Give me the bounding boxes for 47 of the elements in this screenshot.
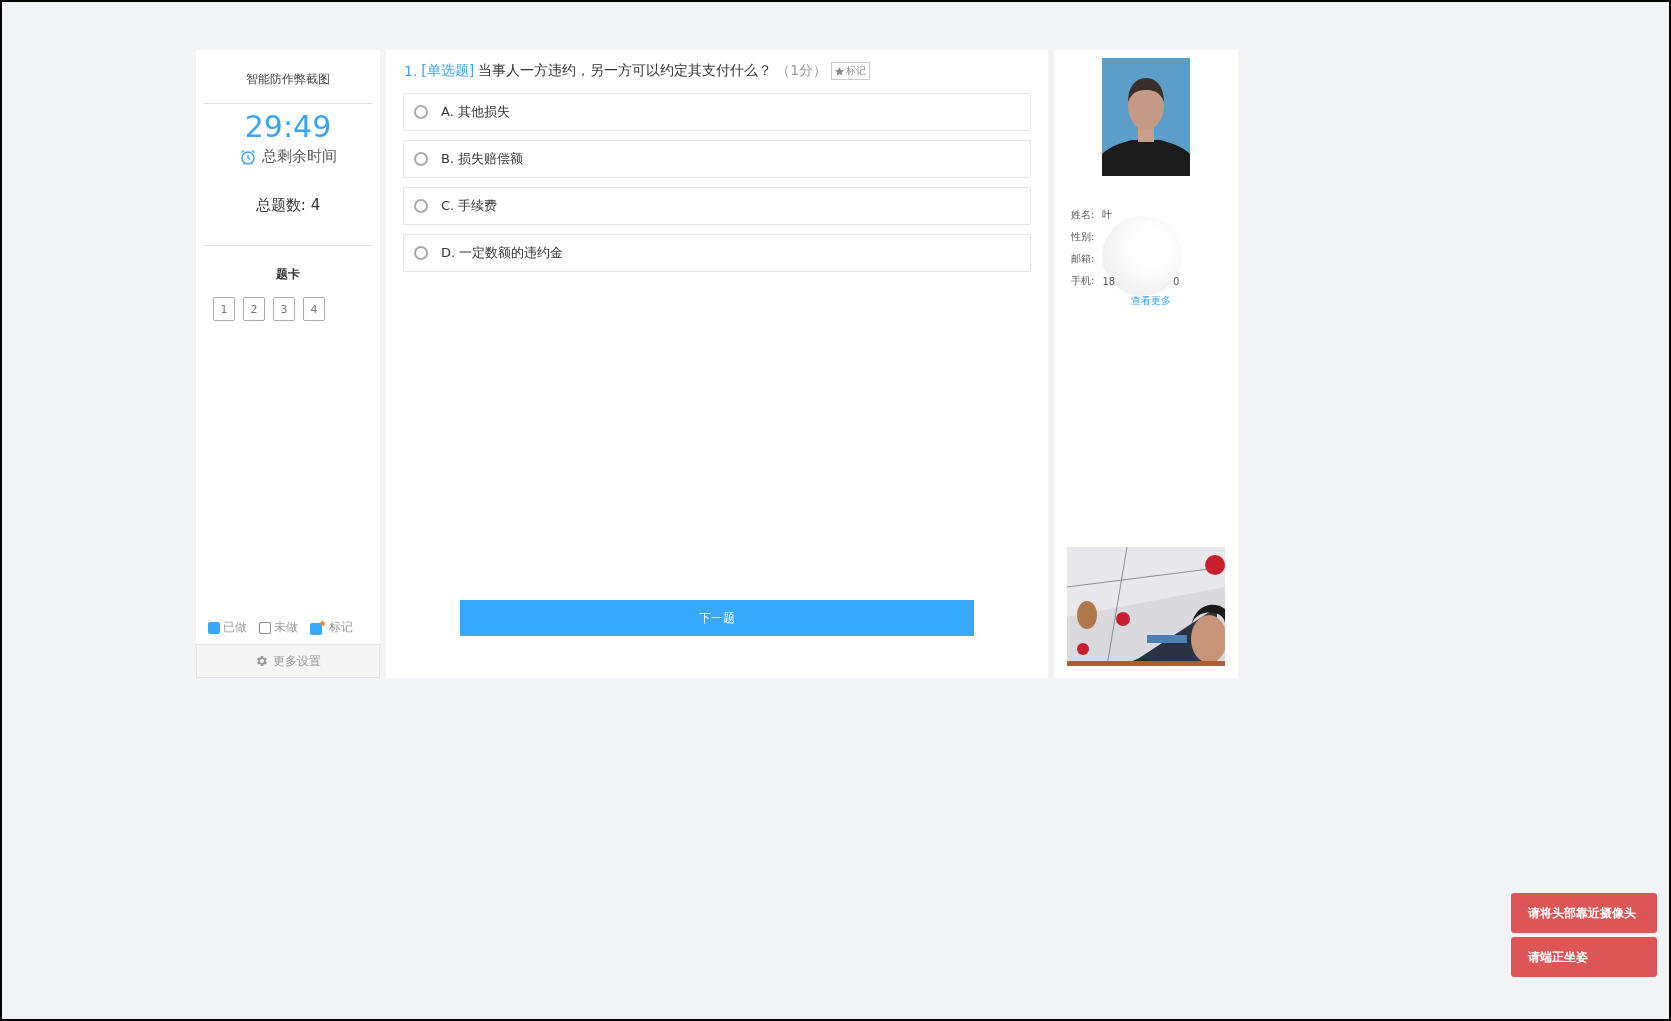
countdown-timer: 29:49 (243, 110, 333, 144)
marked-swatch-icon (310, 620, 326, 635)
question-type: [单选题] (421, 62, 475, 80)
question-number-button[interactable]: 3 (273, 297, 295, 321)
answer-card-title: 题卡 (275, 266, 301, 283)
field-label: 姓名: (1071, 208, 1095, 222)
warning-toast: 请将头部靠近摄像头 (1511, 893, 1657, 933)
legend-label: 未做 (274, 619, 298, 636)
alarm-clock-icon (239, 147, 257, 166)
warning-toast: 请端正坐姿 (1511, 937, 1657, 977)
timer-label: 总剩余时间 (262, 147, 337, 166)
option-label: A. 其他损失 (441, 103, 510, 121)
answer-option[interactable]: D. 一定数额的违约金 (403, 234, 1031, 272)
question-number-button[interactable]: 2 (243, 297, 265, 321)
view-more-link[interactable]: 查看更多 (1131, 294, 1171, 308)
gear-icon (255, 654, 269, 668)
more-settings-button[interactable]: 更多设置 (196, 644, 380, 678)
question-count: 总题数: 4 (254, 196, 322, 215)
radio-button[interactable] (414, 105, 428, 119)
radio-button[interactable] (414, 199, 428, 213)
answered-swatch-icon (208, 621, 220, 634)
option-label: D. 一定数额的违约金 (441, 244, 564, 262)
question-number: 1. (404, 63, 418, 79)
question-number-button[interactable]: 4 (303, 297, 325, 321)
question-number-button[interactable]: 1 (213, 297, 235, 321)
legend-label: 标记 (329, 619, 353, 636)
option-label: B. 损失赔偿额 (441, 150, 524, 168)
mark-button[interactable]: 标记 (831, 62, 871, 80)
option-label: C. 手续费 (441, 197, 498, 215)
question-score: （1分） (776, 62, 828, 80)
field-label: 性别: (1071, 230, 1095, 244)
answer-option[interactable]: A. 其他损失 (403, 93, 1031, 131)
next-question-button[interactable]: 下一题 (460, 600, 974, 636)
panel-title: 智能防作弊截图 (245, 71, 331, 88)
field-value: 18 (1102, 275, 1116, 287)
unanswered-swatch-icon (259, 621, 271, 634)
star-icon (835, 66, 845, 76)
answer-option[interactable]: C. 手续费 (403, 187, 1031, 225)
field-label: 手机: (1071, 274, 1095, 288)
answer-option[interactable]: B. 损失赔偿额 (403, 140, 1031, 178)
question-text: 当事人一方违约，另一方可以约定其支付什么？ (478, 62, 773, 80)
radio-button[interactable] (414, 152, 428, 166)
radio-button[interactable] (414, 246, 428, 260)
field-value: 叶 (1102, 208, 1113, 222)
legend-label: 已做 (223, 619, 247, 636)
field-value: 0 (1173, 275, 1180, 287)
field-label: 邮箱: (1071, 252, 1095, 266)
